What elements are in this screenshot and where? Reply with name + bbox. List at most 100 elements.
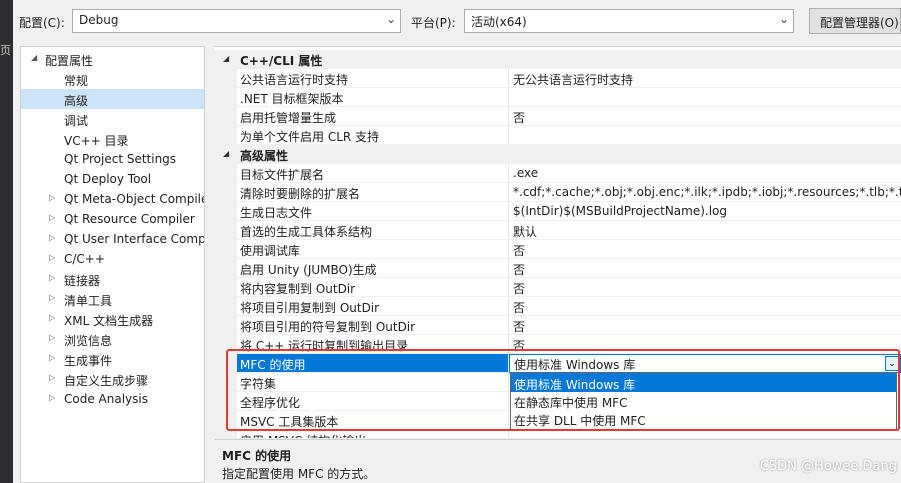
tree-item[interactable]: ▷ Qt Resource Compiler	[21, 209, 204, 229]
tree-item-label: 链接器	[64, 274, 101, 288]
expand-triangle-icon[interactable]: ▷	[49, 313, 55, 322]
tree-item[interactable]: ▷ 生成事件	[21, 349, 204, 369]
property-row[interactable]: 将项目引用复制到 OutDir 否	[215, 297, 901, 316]
row-gutter	[215, 126, 237, 145]
property-value[interactable]: $(IntDir)$(MSBuildProjectName).log	[509, 202, 901, 221]
expand-triangle-icon[interactable]: ▷	[49, 373, 55, 382]
property-row[interactable]: 首选的生成工具体系结构 默认	[215, 221, 901, 240]
expand-triangle-icon[interactable]: ▷	[49, 293, 55, 302]
property-name[interactable]: 将项目引用的符号复制到 OutDir	[237, 316, 509, 335]
property-row[interactable]: 启用 MSVC 结构化输出	[215, 430, 901, 438]
tree-item[interactable]: ▷ 清单工具	[21, 289, 204, 309]
expand-triangle-icon[interactable]: ▷	[49, 273, 55, 282]
property-value[interactable]: 否	[509, 278, 901, 297]
expand-triangle-icon[interactable]: ▷	[49, 253, 55, 262]
tree-item-label: 调试	[64, 114, 89, 128]
tree-item-label: XML 文档生成器	[64, 314, 154, 328]
watermark: CSDN @Howee.Dang	[759, 459, 897, 474]
tree-item[interactable]: 高级	[21, 89, 204, 109]
property-value[interactable]: 否	[509, 316, 901, 335]
property-row[interactable]: 公共语言运行时支持 无公共语言运行时支持	[215, 69, 901, 88]
tree-item[interactable]: ▷ Qt Meta-Object Compile	[21, 189, 204, 209]
tree-item[interactable]: Qt Project Settings	[21, 149, 204, 169]
collapse-triangle-icon: ◢	[223, 54, 230, 63]
property-value-text: 默认	[513, 225, 538, 239]
expand-triangle-icon[interactable]: ▷	[49, 193, 55, 202]
category-advanced[interactable]: ◢ 高级属性	[215, 145, 901, 164]
property-name[interactable]: 启用托管增量生成	[237, 107, 509, 126]
tree-item-label: 自定义生成步骤	[64, 374, 149, 388]
property-value[interactable]: 否	[509, 240, 901, 259]
row-gutter	[215, 240, 237, 259]
property-row[interactable]: .NET 目标框架版本	[215, 88, 901, 107]
property-name[interactable]: 目标文件扩展名	[237, 164, 509, 183]
tree-item[interactable]: ▷ 自定义生成步骤	[21, 369, 204, 389]
property-row[interactable]: 生成日志文件 $(IntDir)$(MSBuildProjectName).log	[215, 202, 901, 221]
tree-item[interactable]: Qt Deploy Tool	[21, 169, 204, 189]
property-value[interactable]: 默认	[509, 221, 901, 240]
property-value[interactable]	[509, 126, 901, 145]
property-value[interactable]: 否	[509, 259, 901, 278]
config-manager-button[interactable]: 配置管理器(O)...	[809, 8, 901, 34]
tree-item[interactable]: 常规	[21, 69, 204, 89]
property-value[interactable]	[509, 430, 901, 438]
property-row[interactable]: 使用调试库否	[215, 240, 901, 259]
tree-item-label: Qt Project Settings	[64, 152, 177, 166]
tree-item[interactable]: ▷ Code Analysis	[21, 389, 204, 409]
expand-triangle-icon[interactable]: ▷	[49, 213, 55, 222]
tree-item-label: Qt Deploy Tool	[64, 172, 152, 186]
tree-item[interactable]: VC++ 目录	[21, 129, 204, 149]
tree-item-label: 生成事件	[64, 354, 113, 368]
property-value[interactable]: 否	[509, 297, 901, 316]
tree-item[interactable]: ▷ Qt User Interface Comp	[21, 229, 205, 249]
row-gutter	[215, 88, 237, 107]
property-row[interactable]: 为单个文件启用 CLR 支持	[215, 126, 901, 145]
config-select[interactable]: Debug ⌄	[72, 9, 401, 33]
tree-item[interactable]: 调试	[21, 109, 204, 129]
property-name[interactable]: 为单个文件启用 CLR 支持	[237, 126, 509, 145]
property-value[interactable]: 否	[509, 107, 901, 126]
row-gutter	[215, 259, 237, 278]
property-row[interactable]: 将项目引用的符号复制到 OutDir 否	[215, 316, 901, 335]
row-gutter	[215, 316, 237, 335]
expand-triangle-icon[interactable]: ▷	[49, 393, 55, 402]
expand-triangle-icon[interactable]: ▷	[49, 353, 55, 362]
property-row[interactable]: 清除时要删除的扩展名 *.cdf;*.cache;*.obj;*.obj.enc;…	[215, 183, 901, 202]
property-tree[interactable]: ◢ 配置属性 常规 高级调试 VC++ 目录 Qt Project Settings Q…	[20, 46, 205, 483]
property-value[interactable]: .exe	[509, 164, 901, 183]
property-name[interactable]: 启用 MSVC 结构化输出	[237, 430, 509, 438]
row-gutter	[215, 221, 237, 240]
tree-item-label: Qt Resource Compiler	[64, 212, 195, 226]
panel-splitter[interactable]	[205, 46, 215, 483]
tree-item[interactable]: ▷ C/C++	[21, 249, 204, 269]
property-name[interactable]: 将内容复制到 OutDir	[237, 278, 509, 297]
tree-item-label: Qt User Interface Comp	[64, 232, 205, 246]
property-name[interactable]: 清除时要删除的扩展名	[237, 183, 509, 202]
property-name[interactable]: .NET 目标框架版本	[237, 88, 509, 107]
property-name[interactable]: 将项目引用复制到 OutDir	[237, 297, 509, 316]
tree-root[interactable]: ◢ 配置属性	[21, 49, 204, 69]
property-name[interactable]: 使用调试库	[237, 240, 509, 259]
property-name[interactable]: 公共语言运行时支持	[237, 69, 509, 88]
property-name[interactable]: 生成日志文件	[237, 202, 509, 221]
platform-select[interactable]: 活动(x64) ⌄	[464, 9, 794, 33]
config-value: Debug	[79, 13, 119, 27]
property-row[interactable]: 将内容复制到 OutDir 否	[215, 278, 901, 297]
property-value-text: 否	[513, 111, 526, 125]
property-value[interactable]: *.cdf;*.cache;*.obj;*.obj.enc;*.ilk;*.ip…	[509, 183, 901, 202]
property-row[interactable]: 启用托管增量生成否	[215, 107, 901, 126]
property-value[interactable]: 无公共语言运行时支持	[509, 69, 901, 88]
property-value[interactable]	[509, 88, 901, 107]
property-row[interactable]: 目标文件扩展名 .exe	[215, 164, 901, 183]
expand-triangle-icon[interactable]: ▷	[49, 333, 55, 342]
tree-item[interactable]: ▷ XML 文档生成器	[21, 309, 204, 329]
tree-item[interactable]: ▷ 浏览信息	[21, 329, 204, 349]
property-row[interactable]: 启用 Unity (JUMBO)生成否	[215, 259, 901, 278]
tree-item[interactable]: ▷ 链接器	[21, 269, 204, 289]
tree-item-label: 浏览信息	[64, 334, 113, 348]
expand-triangle-icon[interactable]: ▷	[49, 233, 55, 242]
row-gutter	[215, 183, 237, 202]
property-name[interactable]: 启用 Unity (JUMBO)生成	[237, 259, 509, 278]
property-name[interactable]: 首选的生成工具体系结构	[237, 221, 509, 240]
category-cli[interactable]: ◢ C++/CLI 属性	[215, 50, 901, 69]
